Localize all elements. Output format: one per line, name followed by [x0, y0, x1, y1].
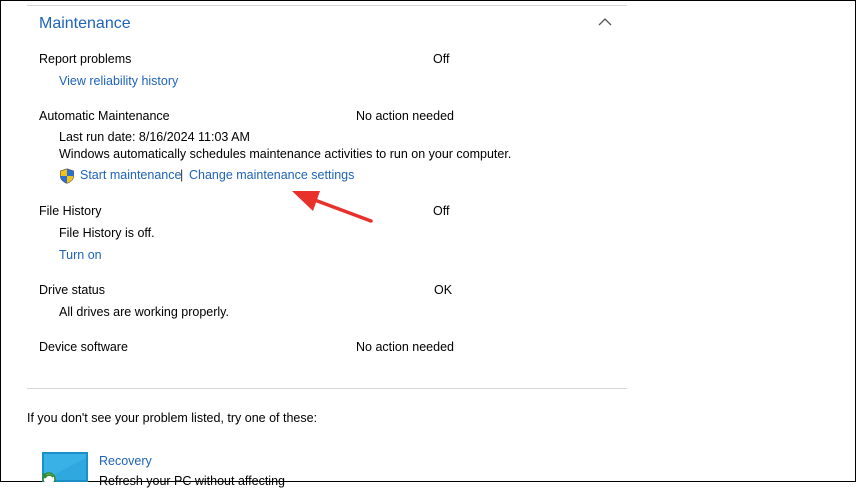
drive-status-label: Drive status — [39, 283, 105, 297]
automatic-maintenance-status: No action needed — [356, 109, 454, 123]
uac-shield-icon — [60, 168, 74, 184]
device-software-status: No action needed — [356, 340, 454, 354]
automatic-maintenance-label: Automatic Maintenance — [39, 109, 170, 123]
maintenance-description: Windows automatically schedules maintena… — [59, 147, 512, 161]
control-panel-window — [0, 0, 856, 482]
file-history-status: Off — [433, 204, 450, 218]
drive-status-value: OK — [434, 283, 453, 297]
chevron-up-icon[interactable] — [598, 17, 612, 27]
recovery-link[interactable]: Recovery — [99, 454, 152, 468]
help-text: If you don't see your problem listed, tr… — [27, 411, 318, 425]
view-reliability-history-link[interactable]: View reliability history — [59, 74, 178, 88]
link-separator: | — [180, 168, 184, 182]
top-divider — [27, 5, 627, 6]
recovery-icon[interactable] — [40, 452, 88, 482]
section-title: Maintenance — [39, 15, 131, 32]
file-history-detail: File History is off. — [59, 226, 155, 240]
start-maintenance-link[interactable]: Start maintenance — [80, 168, 181, 182]
report-problems-label: Report problems — [39, 52, 132, 66]
change-maintenance-settings-link[interactable]: Change maintenance settings — [189, 168, 354, 182]
drive-status-detail: All drives are working properly. — [59, 305, 229, 319]
section-divider — [27, 388, 627, 389]
recovery-description: Refresh your PC without affecting — [99, 474, 285, 488]
last-run-date: Last run date: 8/16/2024 11:03 AM — [59, 130, 250, 144]
device-software-label: Device software — [39, 340, 128, 354]
file-history-label: File History — [39, 204, 102, 218]
report-problems-status: Off — [433, 52, 450, 66]
turn-on-link[interactable]: Turn on — [59, 248, 102, 262]
